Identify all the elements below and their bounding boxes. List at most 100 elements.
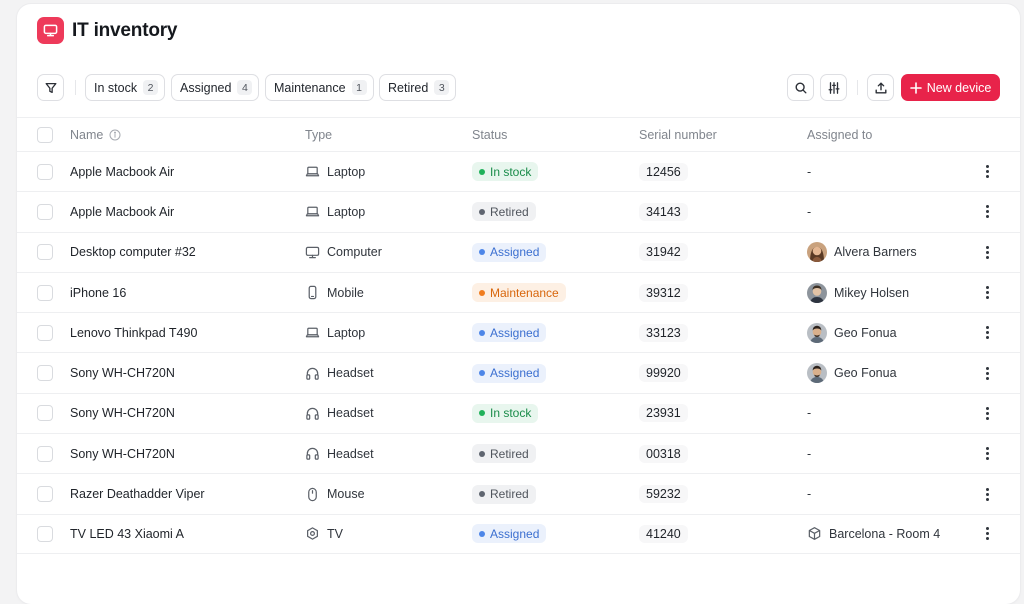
device-type: Laptop <box>305 152 365 191</box>
filter-icon <box>45 82 56 93</box>
column-header-assigned[interactable]: Assigned to <box>807 118 872 151</box>
select-all-checkbox[interactable] <box>37 126 53 143</box>
monitor-icon <box>37 17 64 44</box>
headset-icon <box>305 406 320 421</box>
row-checkbox[interactable] <box>37 324 53 341</box>
status-label: Assigned <box>490 366 540 381</box>
row-menu-button[interactable] <box>979 192 995 231</box>
status-dot <box>479 208 485 215</box>
table-row[interactable]: Sony WH-CH720N Headset Assigned 99920 Ge… <box>17 352 1020 392</box>
device-type-label: Computer <box>327 245 382 260</box>
assignee-name: Mikey Holsen <box>834 285 910 300</box>
device-type-label: TV <box>327 526 343 541</box>
row-menu-button[interactable] <box>979 273 995 312</box>
chip-count: 4 <box>237 80 253 95</box>
table-row[interactable]: Desktop computer #32 Computer Assigned 3… <box>17 231 1020 272</box>
more-vertical-icon <box>985 527 989 541</box>
chip-label: Retired <box>388 80 429 95</box>
device-assigned: Geo Fonua <box>807 353 897 392</box>
status-label: Retired <box>490 446 529 461</box>
table-row[interactable]: Sony WH-CH720N Headset In stock 23931 - <box>17 392 1020 433</box>
row-select-cell <box>37 192 53 231</box>
device-name[interactable]: Sony WH-CH720N <box>70 353 175 392</box>
status-dot <box>479 289 485 296</box>
status-badge: In stock <box>472 403 539 423</box>
row-menu-button[interactable] <box>979 474 995 513</box>
device-name[interactable]: Desktop computer #32 <box>70 233 196 272</box>
filter-chip-assigned[interactable]: Assigned 4 <box>171 74 260 101</box>
settings-button[interactable] <box>820 74 847 101</box>
device-name[interactable]: Lenovo Thinkpad T490 <box>70 313 197 352</box>
new-device-button[interactable]: New device <box>901 74 1000 101</box>
table-row[interactable]: iPhone 16 Mobile Maintenance 39312 Mikey… <box>17 271 1020 312</box>
device-status: Assigned <box>472 515 547 553</box>
row-checkbox[interactable] <box>37 365 53 382</box>
device-assigned: - <box>807 474 811 513</box>
table-row[interactable]: Sony WH-CH720N Headset Retired 00318 - <box>17 433 1020 473</box>
assignee-empty: - <box>807 487 812 502</box>
filter-chip-retired[interactable]: Retired 3 <box>379 74 457 101</box>
row-menu-button[interactable] <box>979 313 995 352</box>
row-menu-button[interactable] <box>979 353 995 392</box>
row-checkbox[interactable] <box>37 486 53 503</box>
table-row[interactable]: Lenovo Thinkpad T490 Laptop Assigned 331… <box>17 312 1020 352</box>
serial-number: 59232 <box>639 485 688 504</box>
search-button[interactable] <box>787 74 814 101</box>
device-assigned: Mikey Holsen <box>807 273 909 312</box>
row-checkbox[interactable] <box>37 163 53 180</box>
export-button[interactable] <box>867 74 894 101</box>
device-status: In stock <box>472 152 539 191</box>
row-menu-button[interactable] <box>979 434 995 473</box>
serial-number: 34143 <box>639 202 688 221</box>
device-name[interactable]: Apple Macbook Air <box>70 152 174 191</box>
row-checkbox[interactable] <box>37 244 53 261</box>
device-status: Retired <box>472 192 536 231</box>
device-name[interactable]: TV LED 43 Xiaomi A <box>70 515 184 553</box>
serial-number: 31942 <box>639 243 688 262</box>
divider <box>857 80 858 95</box>
filter-chip-maintenance[interactable]: Maintenance 1 <box>265 74 374 101</box>
filter-button[interactable] <box>37 74 64 101</box>
chip-count: 2 <box>143 80 159 95</box>
column-header-type[interactable]: Type <box>305 118 332 151</box>
page-header: IT inventory <box>37 17 177 44</box>
device-type: Headset <box>305 434 374 473</box>
device-name[interactable]: Sony WH-CH720N <box>70 394 175 433</box>
row-menu-button[interactable] <box>979 233 995 272</box>
row-checkbox[interactable] <box>37 405 53 422</box>
row-checkbox[interactable] <box>37 203 53 220</box>
device-assigned: Alvera Barners <box>807 233 917 272</box>
column-header-status[interactable]: Status <box>472 118 507 151</box>
status-label: Assigned <box>490 245 540 260</box>
column-header-serial[interactable]: Serial number <box>639 118 717 151</box>
device-name[interactable]: iPhone 16 <box>70 273 126 312</box>
info-icon <box>109 129 121 140</box>
more-vertical-icon <box>985 447 989 461</box>
row-checkbox[interactable] <box>37 445 53 462</box>
filter-chip-in-stock[interactable]: In stock 2 <box>85 74 166 101</box>
column-header-name[interactable]: Name <box>70 118 121 151</box>
serial-number: 41240 <box>639 524 688 543</box>
row-checkbox[interactable] <box>37 525 53 542</box>
status-dot <box>479 450 485 457</box>
device-type-label: Headset <box>327 406 374 421</box>
table-header: Name Type Status Serial number Assigned … <box>17 117 1020 151</box>
table-row[interactable]: Apple Macbook Air Laptop Retired 34143 - <box>17 191 1020 231</box>
row-menu-button[interactable] <box>979 515 995 553</box>
device-type-label: Mouse <box>327 487 365 502</box>
table-row[interactable]: TV LED 43 Xiaomi A TV Assigned 41240 Bar… <box>17 513 1020 554</box>
mouse-icon <box>305 487 320 502</box>
device-type: Computer <box>305 233 382 272</box>
device-name[interactable]: Apple Macbook Air <box>70 192 174 231</box>
table-row[interactable]: Razer Deathadder Viper Mouse Retired 592… <box>17 473 1020 513</box>
laptop-icon <box>305 325 320 340</box>
device-serial: 99920 <box>639 353 688 392</box>
row-menu-button[interactable] <box>979 394 995 433</box>
device-type-label: Headset <box>327 366 374 381</box>
row-checkbox[interactable] <box>37 284 53 301</box>
device-name[interactable]: Sony WH-CH720N <box>70 434 175 473</box>
device-name[interactable]: Razer Deathadder Viper <box>70 474 205 513</box>
row-menu-button[interactable] <box>979 152 995 191</box>
table-row[interactable]: Apple Macbook Air Laptop In stock 12456 … <box>17 151 1020 191</box>
device-serial: 00318 <box>639 434 688 473</box>
